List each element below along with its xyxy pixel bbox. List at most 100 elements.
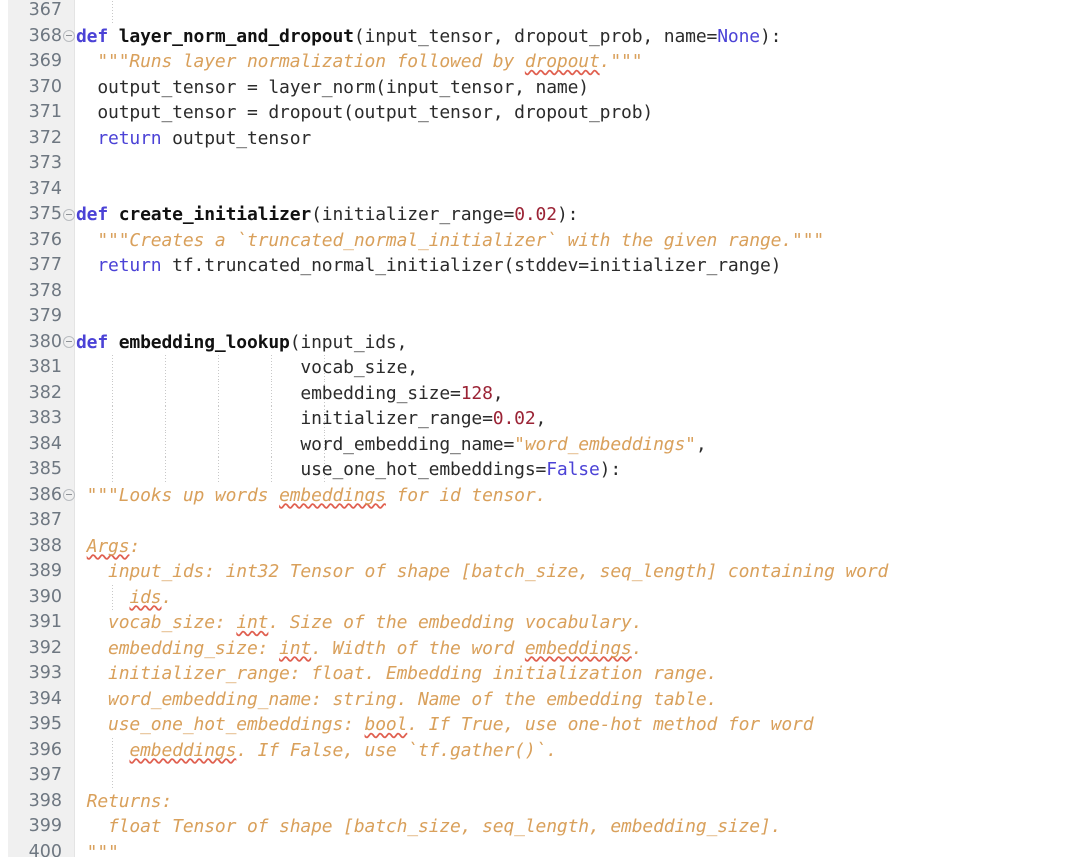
- code-line[interactable]: 375 def create_initializer(initializer_ra…: [0, 202, 1080, 228]
- code-text[interactable]: output_tensor = layer_norm(input_tensor,…: [76, 75, 589, 101]
- code-token: word_embedding_name: string. Name of the…: [76, 688, 718, 710]
- code-line[interactable]: 392 embedding_size: int. Width of the wo…: [0, 636, 1080, 662]
- code-text[interactable]: initializer_range: float. Embedding init…: [76, 661, 717, 687]
- code-line[interactable]: 390 ids.: [0, 585, 1080, 611]
- line-number: 397: [28, 765, 62, 785]
- code-text[interactable]: """Looks up words embeddings for id tens…: [76, 483, 547, 509]
- code-line[interactable]: 395 use_one_hot_embeddings: bool. If Tru…: [0, 712, 1080, 738]
- code-token: .: [631, 637, 643, 659]
- code-token: . Size of the embedding vocabulary.: [268, 612, 643, 633]
- code-token: tf.truncated_normal_initializer(stddev=i…: [161, 255, 782, 276]
- code-text[interactable]: Returns:: [76, 789, 173, 815]
- code-text[interactable]: def layer_norm_and_dropout(input_tensor,…: [76, 24, 782, 50]
- line-number: 389: [28, 561, 62, 581]
- code-line[interactable]: 377 return tf.truncated_normal_initializ…: [0, 253, 1080, 279]
- code-line[interactable]: 371 output_tensor = dropout(output_tenso…: [0, 100, 1080, 126]
- code-text[interactable]: initializer_range=0.02,: [76, 406, 546, 432]
- code-token: . If True, use one-hot method for word: [407, 714, 814, 735]
- code-line[interactable]: 388 Args:: [0, 534, 1080, 560]
- code-line[interactable]: 370 output_tensor = layer_norm(input_ten…: [0, 75, 1080, 101]
- line-number: 384: [28, 433, 62, 454]
- code-text[interactable]: return output_tensor: [76, 126, 311, 152]
- code-text[interactable]: embedding_size: int. Width of the word e…: [76, 636, 643, 662]
- line-number: 391: [28, 612, 62, 632]
- code-line[interactable]: 379: [0, 304, 1080, 330]
- code-text[interactable]: return tf.truncated_normal_initializer(s…: [76, 253, 781, 279]
- fold-collapse-icon[interactable]: [63, 489, 75, 501]
- code-text[interactable]: embeddings. If False, use `tf.gather()`.: [76, 738, 557, 764]
- fold-collapse-icon[interactable]: [63, 208, 75, 221]
- code-line[interactable]: 368 def layer_norm_and_dropout(input_tens…: [0, 24, 1080, 50]
- code-text[interactable]: vocab_size: int. Size of the embedding v…: [76, 610, 643, 636]
- code-line[interactable]: 378: [0, 279, 1080, 305]
- code-line[interactable]: 373: [0, 151, 1080, 177]
- code-editor[interactable]: 367 368 def layer_norm_and_dropout(input_t…: [0, 0, 1080, 863]
- code-line[interactable]: 382 embedding_size=128,: [0, 381, 1080, 407]
- code-line[interactable]: 387: [0, 508, 1080, 534]
- code-line[interactable]: 386 """Looks up words embeddings for id …: [0, 483, 1080, 509]
- code-line[interactable]: 384 word_embedding_name="word_embeddings…: [0, 432, 1080, 458]
- code-line[interactable]: 372 return output_tensor: [0, 126, 1080, 152]
- code-text[interactable]: embedding_size=128,: [76, 381, 503, 407]
- code-text[interactable]: vocab_size,: [76, 355, 418, 381]
- code-line[interactable]: 391 vocab_size: int. Size of the embeddi…: [0, 610, 1080, 636]
- code-token: .: [161, 586, 173, 608]
- code-line[interactable]: 369 """Runs layer normalization followed…: [0, 49, 1080, 75]
- code-text[interactable]: use_one_hot_embeddings: bool. If True, u…: [76, 712, 814, 738]
- code-text[interactable]: word_embedding_name="word_embeddings",: [76, 432, 706, 458]
- line-number: 377: [28, 255, 62, 275]
- line-number: 395: [28, 714, 62, 734]
- code-line[interactable]: 376 """Creates a `truncated_normal_initi…: [0, 228, 1080, 254]
- code-text[interactable]: """Runs layer normalization followed by …: [76, 49, 642, 75]
- code-line[interactable]: 383 initializer_range=0.02,: [0, 406, 1080, 432]
- code-token: ):: [556, 204, 579, 225]
- code-text[interactable]: def embedding_lookup(input_ids,: [76, 330, 407, 356]
- code-token: initializer_range=: [76, 408, 493, 429]
- code-text[interactable]: def create_initializer(initializer_range…: [76, 202, 578, 228]
- code-token: ):: [759, 25, 782, 47]
- code-text[interactable]: ids.: [76, 585, 172, 611]
- code-line[interactable]: 389 input_ids: int32 Tensor of shape [ba…: [0, 559, 1080, 585]
- code-line[interactable]: 397: [0, 763, 1080, 789]
- code-line[interactable]: 367: [0, 0, 1080, 24]
- code-line[interactable]: 396 embeddings. If False, use `tf.gather…: [0, 738, 1080, 764]
- fold-collapse-icon[interactable]: [63, 336, 75, 348]
- code-text[interactable]: float Tensor of shape [batch_size, seq_l…: [76, 814, 781, 840]
- spellcheck-word: embeddings: [524, 637, 632, 659]
- code-lines-container[interactable]: 367 368 def layer_norm_and_dropout(input_t…: [0, 0, 1080, 863]
- spellcheck-word: ids: [129, 586, 162, 608]
- line-number: 379: [28, 306, 62, 326]
- code-token: use_one_hot_embeddings:: [76, 714, 365, 735]
- code-text[interactable]: use_one_hot_embeddings=False):: [76, 457, 621, 483]
- code-token: for id tensor.: [385, 484, 547, 506]
- line-number: 369: [28, 51, 62, 71]
- code-token: def: [76, 204, 119, 225]
- line-number: 367: [28, 0, 62, 20]
- code-text[interactable]: Args:: [76, 534, 141, 560]
- code-token: word_embedding_name=: [76, 433, 515, 455]
- code-line[interactable]: 374: [0, 177, 1080, 203]
- line-number: 392: [28, 637, 62, 658]
- code-line[interactable]: 398 Returns:: [0, 789, 1080, 815]
- code-token: . Width of the word: [311, 637, 525, 659]
- code-line[interactable]: 394 word_embedding_name: string. Name of…: [0, 687, 1080, 713]
- code-text[interactable]: word_embedding_name: string. Name of the…: [76, 687, 717, 713]
- code-token: 0.02: [492, 408, 536, 429]
- code-text[interactable]: input_ids: int32 Tensor of shape [batch_…: [76, 559, 888, 585]
- code-token: (initializer_range=: [311, 204, 515, 225]
- code-text[interactable]: output_tensor = dropout(output_tensor, d…: [76, 100, 653, 126]
- fold-collapse-icon[interactable]: [63, 30, 75, 42]
- code-line[interactable]: 385 use_one_hot_embeddings=False):: [0, 457, 1080, 483]
- code-line[interactable]: 381 vocab_size,: [0, 355, 1080, 381]
- code-text[interactable]: """Creates a `truncated_normal_initializ…: [76, 228, 824, 254]
- code-line[interactable]: 380 def embedding_lookup(input_ids,: [0, 330, 1080, 356]
- line-number: 380: [28, 331, 62, 352]
- code-line[interactable]: 399 float Tensor of shape [batch_size, s…: [0, 814, 1080, 840]
- line-number: 375: [28, 204, 62, 224]
- code-line[interactable]: 393 initializer_range: float. Embedding …: [0, 661, 1080, 687]
- line-number: 388: [28, 535, 62, 556]
